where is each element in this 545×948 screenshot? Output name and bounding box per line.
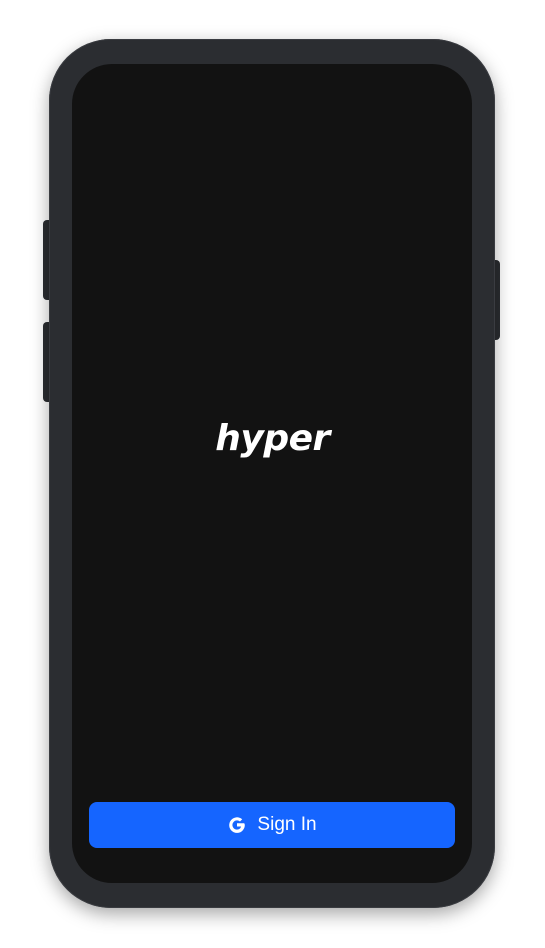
sign-in-label: Sign In [257, 814, 317, 835]
google-icon [227, 815, 247, 835]
app-screen [72, 64, 472, 883]
app-logo: hyper [215, 418, 330, 459]
google-sign-in-button[interactable]: Sign In [89, 802, 455, 848]
device-mockup: hyper Sign In [0, 0, 545, 948]
